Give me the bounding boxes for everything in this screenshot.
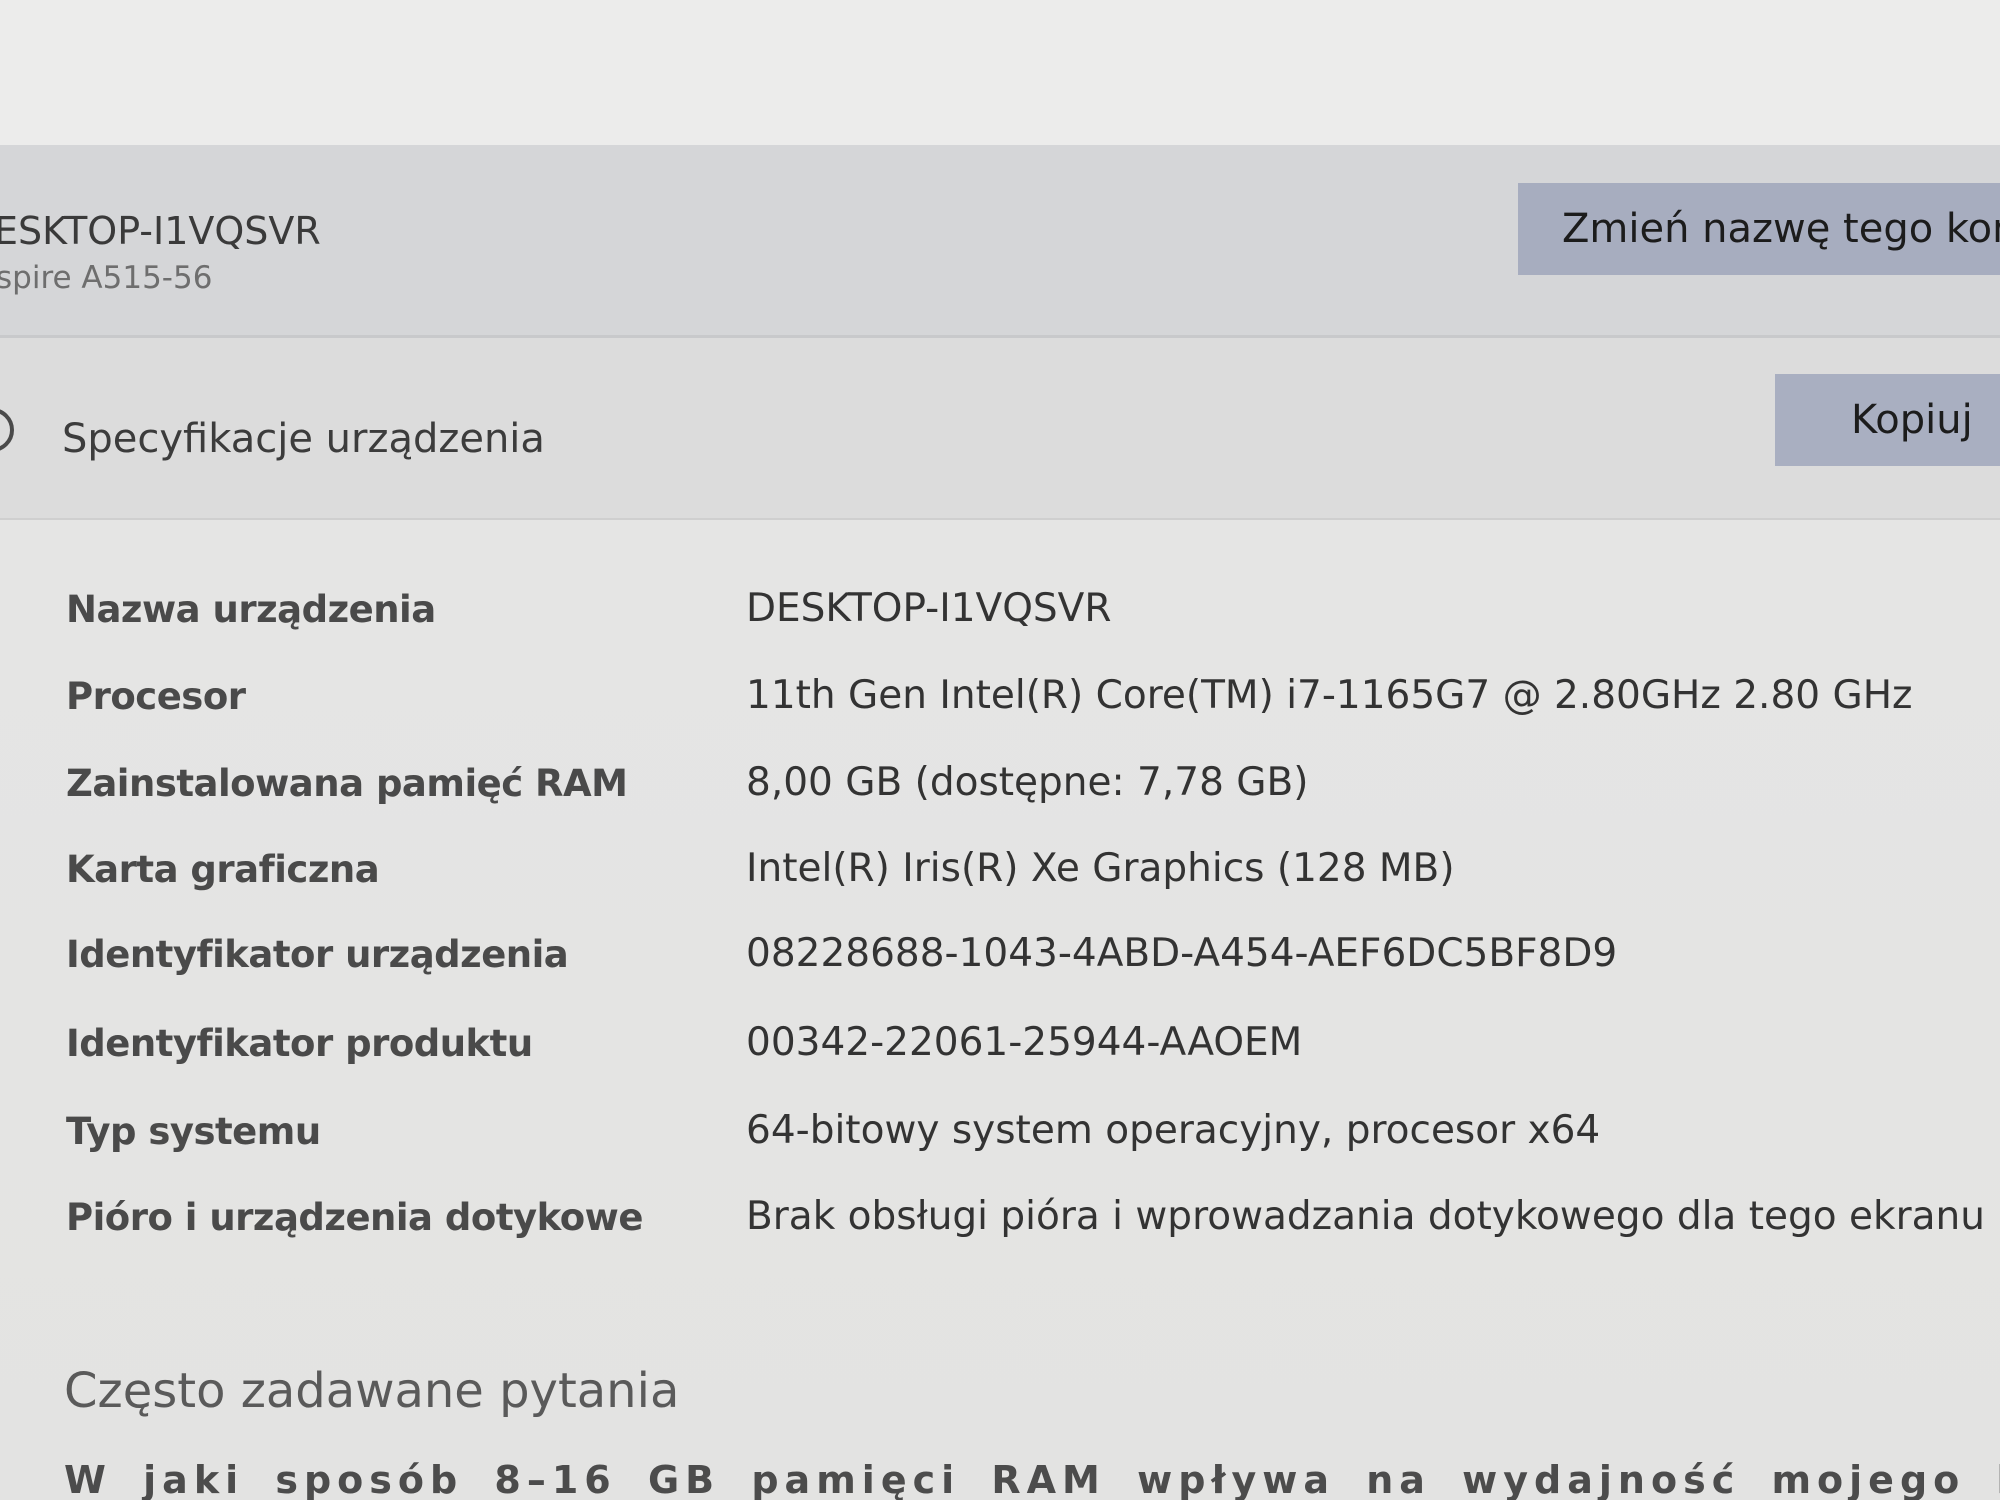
top-background xyxy=(0,0,2000,145)
spec-label: Pióro i urządzenia dotykowe xyxy=(66,1196,643,1239)
settings-about-page: ESKTOP-I1VQSVR spire A515-56 Zmień nazwę… xyxy=(0,0,2000,1500)
faq-title: Często zadawane pytania xyxy=(64,1363,680,1419)
spec-value: 8,00 GB (dostępne: 7,78 GB) xyxy=(746,760,1309,805)
device-name: ESKTOP-I1VQSVR xyxy=(0,209,321,253)
spec-label: Karta graficzna xyxy=(66,848,380,891)
spec-value: DESKTOP-I1VQSVR xyxy=(746,586,1112,631)
spec-label: Identyfikator produktu xyxy=(66,1022,533,1065)
spec-label: Zainstalowana pamięć RAM xyxy=(66,762,628,805)
spec-row-product-id: Identyfikator produktu 00342-22061-25944… xyxy=(0,1012,2000,1082)
spec-row-pen-touch: Pióro i urządzenia dotykowe Brak obsługi… xyxy=(0,1186,2000,1256)
specifications-title: Specyfikacje urządzenia xyxy=(62,416,545,462)
spec-row-device-name: Nazwa urządzenia DESKTOP-I1VQSVR xyxy=(0,578,2000,648)
spec-row-graphics: Karta graficzna Intel(R) Iris(R) Xe Grap… xyxy=(0,838,2000,908)
copy-button[interactable]: Kopiuj xyxy=(1775,374,2000,466)
device-specifications-header[interactable]: Specyfikacje urządzenia Kopiuj xyxy=(0,338,2000,520)
spec-label: Typ systemu xyxy=(66,1110,321,1153)
chevron-up-icon[interactable] xyxy=(0,408,14,452)
spec-row-system-type: Typ systemu 64-bitowy system operacyjny,… xyxy=(0,1100,2000,1170)
spec-value: 08228688-1043-4ABD-A454-AEF6DC5BF8D9 xyxy=(746,931,1618,976)
faq-question-link[interactable]: W jaki sposób 8–16 GB pamięci RAM wpływa… xyxy=(64,1458,2000,1500)
spec-row-ram: Zainstalowana pamięć RAM 8,00 GB (dostęp… xyxy=(0,752,2000,822)
spec-row-processor: Procesor 11th Gen Intel(R) Core(TM) i7-1… xyxy=(0,665,2000,735)
spec-row-device-id: Identyfikator urządzenia 08228688-1043-4… xyxy=(0,923,2000,993)
spec-label: Nazwa urządzenia xyxy=(66,588,436,631)
rename-pc-button[interactable]: Zmień nazwę tego kom xyxy=(1518,183,2000,275)
spec-label: Identyfikator urządzenia xyxy=(66,933,569,976)
device-card: ESKTOP-I1VQSVR spire A515-56 Zmień nazwę… xyxy=(0,145,2000,338)
spec-value: Intel(R) Iris(R) Xe Graphics (128 MB) xyxy=(746,846,1455,891)
spec-value: 00342-22061-25944-AAOEM xyxy=(746,1020,1303,1065)
spec-value: Brak obsługi pióra i wprowadzania dotyko… xyxy=(746,1194,1985,1239)
spec-value: 11th Gen Intel(R) Core(TM) i7-1165G7 @ 2… xyxy=(746,673,1913,718)
spec-value: 64-bitowy system operacyjny, procesor x6… xyxy=(746,1108,1601,1153)
spec-label: Procesor xyxy=(66,675,246,718)
device-model: spire A515-56 xyxy=(0,260,213,296)
